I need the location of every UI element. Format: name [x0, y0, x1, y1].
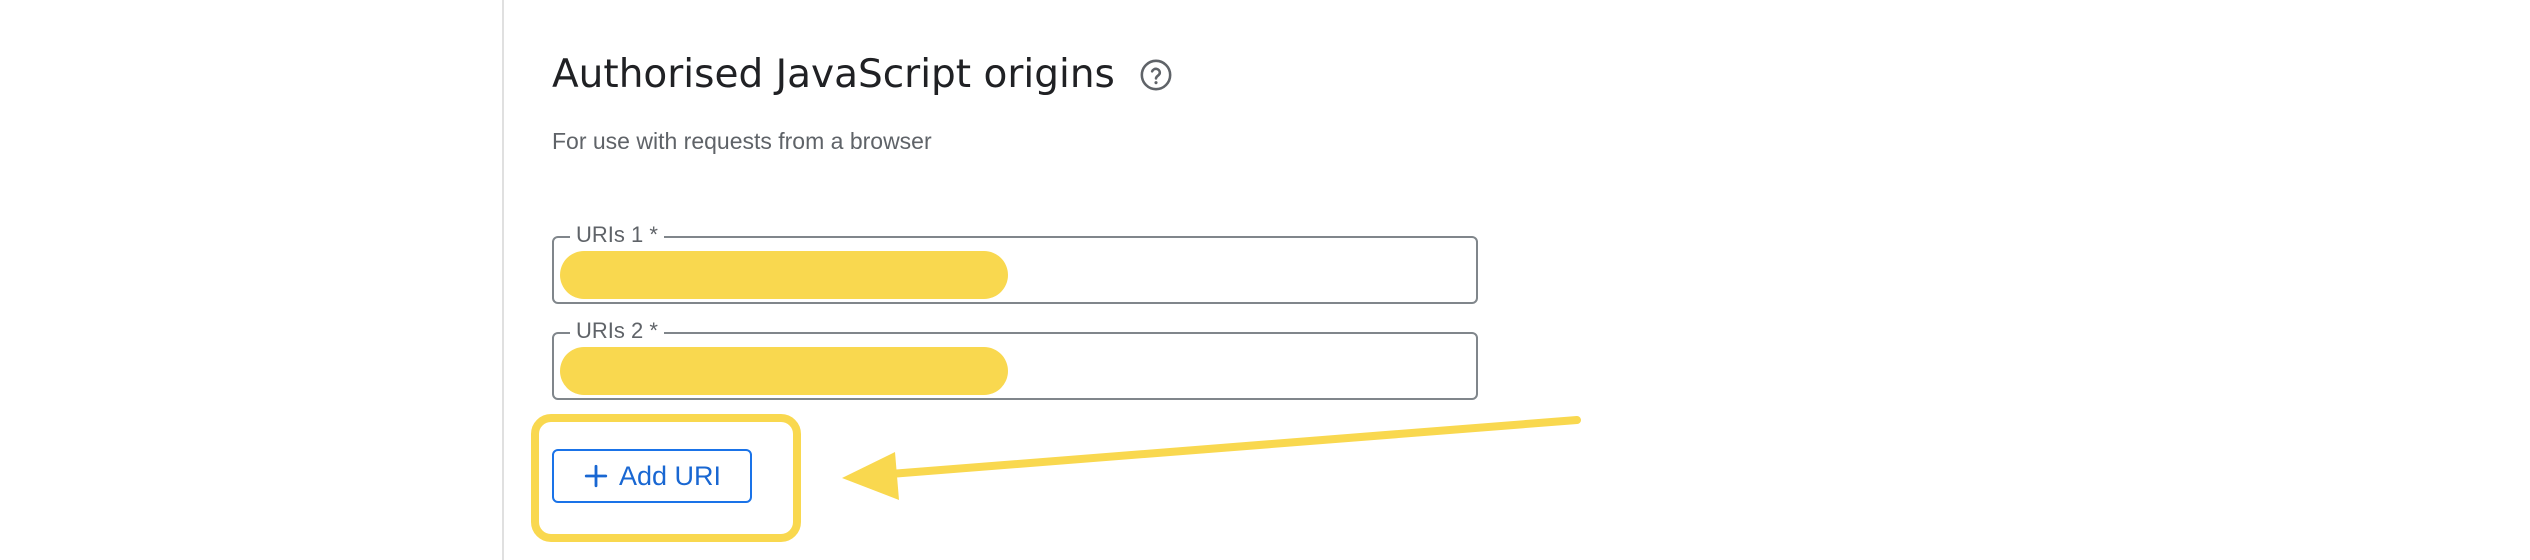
annotation-arrow: [842, 416, 1581, 500]
